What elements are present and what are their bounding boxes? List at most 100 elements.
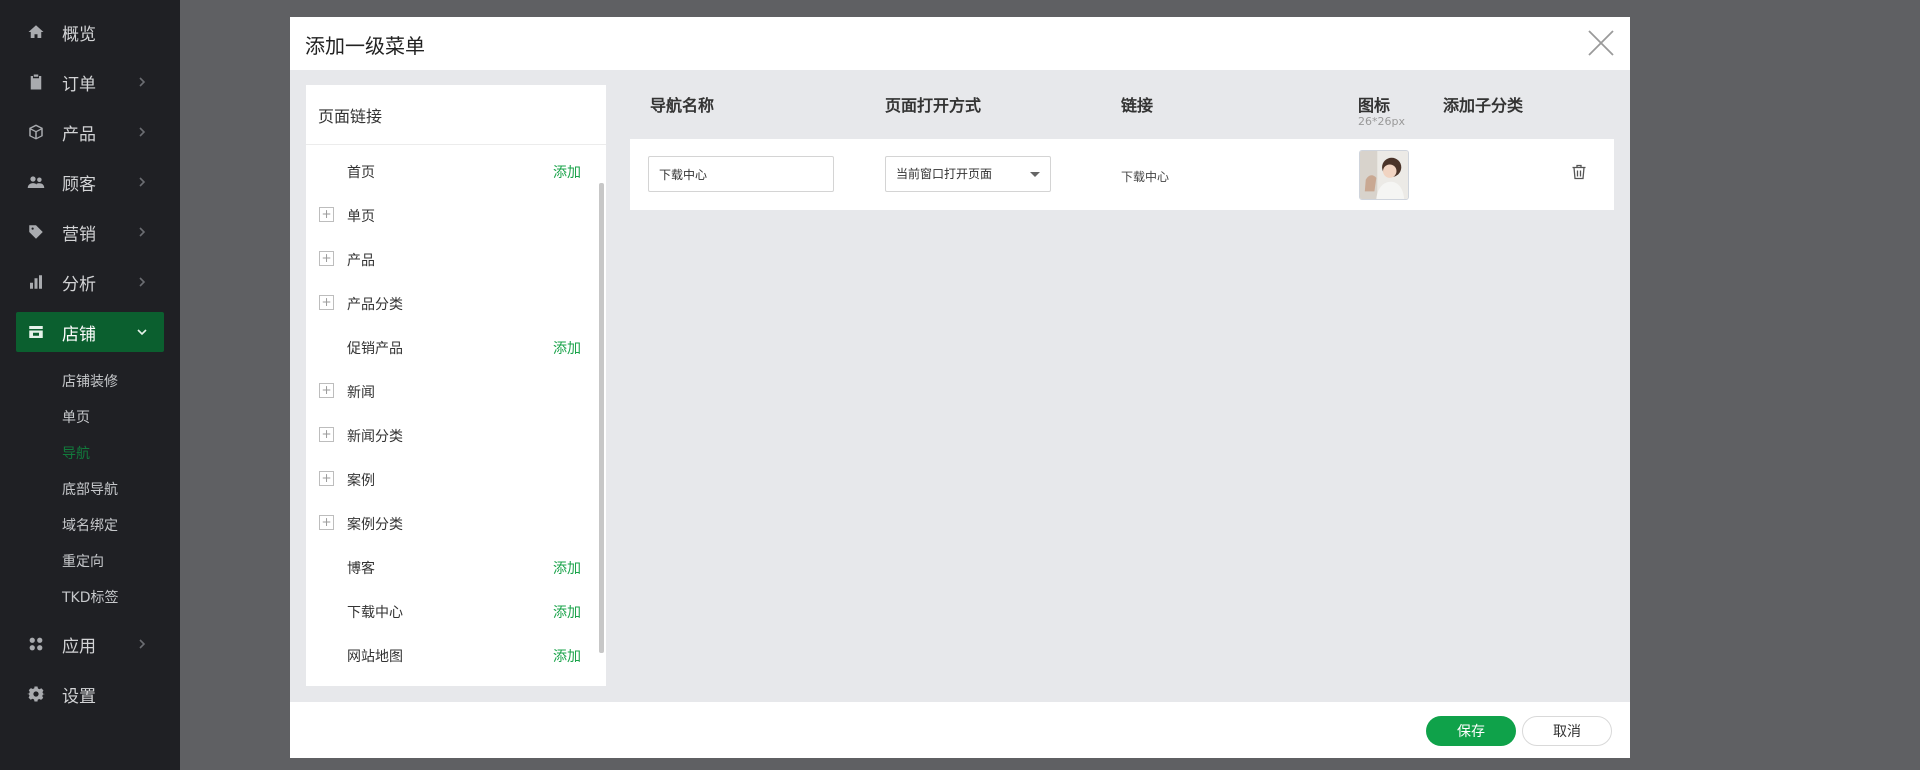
icon-size-hint: 26*26px <box>1358 115 1405 128</box>
nav-item-label: 概览 <box>62 24 96 45</box>
nav-item-store[interactable]: 店铺 <box>16 312 164 352</box>
nav-name-input[interactable] <box>648 156 834 192</box>
column-header-icon: 图标 <box>1358 96 1391 115</box>
save-button[interactable]: 保存 <box>1426 716 1516 746</box>
nav-item-overview[interactable]: 概览 <box>16 12 164 52</box>
store-icon <box>26 322 46 342</box>
open-mode-select[interactable]: 当前窗口打开页面 <box>885 156 1051 192</box>
link-item-news: + 新闻 <box>306 379 596 403</box>
users-icon <box>26 172 46 192</box>
nav-item-customers[interactable]: 顾客 <box>16 162 164 202</box>
sub-item-store-decoration[interactable]: 店铺装修 <box>62 371 118 391</box>
link-item-label: 产品 <box>347 253 375 269</box>
box-icon <box>26 122 46 142</box>
nav-item-label: 营销 <box>62 224 96 245</box>
link-item-label: 新闻分类 <box>347 429 403 445</box>
link-item-label: 首页 <box>347 165 375 181</box>
photo-thumbnail-icon <box>1360 151 1408 199</box>
link-item-label: 促销产品 <box>347 341 403 357</box>
dialog-footer: 保存 取消 <box>290 702 1630 758</box>
nav-item-label: 设置 <box>62 686 96 707</box>
column-header-add-child: 添加子分类 <box>1443 96 1524 115</box>
nav-item-label: 应用 <box>62 636 96 657</box>
expand-plus-icon[interactable]: + <box>319 207 334 222</box>
add-link-button[interactable]: 添加 <box>553 602 581 622</box>
sub-item-navigation[interactable]: 导航 <box>62 443 90 463</box>
add-link-button[interactable]: 添加 <box>553 338 581 358</box>
nav-item-label: 顾客 <box>62 174 96 195</box>
link-item-label: 下载中心 <box>347 605 403 621</box>
add-link-button[interactable]: 添加 <box>553 162 581 182</box>
expand-plus-icon[interactable]: + <box>319 515 334 530</box>
link-item-product-categories: + 产品分类 <box>306 291 596 315</box>
chevron-right-icon <box>134 224 150 240</box>
link-value: 下载中心 <box>1121 170 1170 184</box>
divider <box>306 144 606 145</box>
link-item-single-page: + 单页 <box>306 203 596 227</box>
close-icon[interactable] <box>1586 28 1616 58</box>
table-row: 当前窗口打开页面 下载中心 <box>630 139 1614 210</box>
column-header-link: 链接 <box>1121 96 1154 115</box>
link-item-news-categories: + 新闻分类 <box>306 423 596 447</box>
bar-chart-icon <box>26 272 46 292</box>
link-item-promotions: 促销产品 添加 <box>306 335 596 359</box>
dialog-title: 添加一级菜单 <box>305 34 425 58</box>
page-link-panel: 页面链接 首页 添加 + 单页 + 产品 + 产品分类 促销产品 添加 + 新闻… <box>306 85 606 686</box>
link-item-downloads: 下载中心 添加 <box>306 599 596 623</box>
trash-icon[interactable] <box>1570 163 1592 185</box>
link-item-case-categories: + 案例分类 <box>306 511 596 535</box>
gear-icon <box>26 684 46 704</box>
expand-plus-icon[interactable]: + <box>319 471 334 486</box>
sub-item-footer-navigation[interactable]: 底部导航 <box>62 479 118 499</box>
add-link-button[interactable]: 添加 <box>553 558 581 578</box>
nav-item-label: 店铺 <box>62 324 96 345</box>
clipboard-icon <box>26 72 46 92</box>
sidebar: 概览 订单 产品 顾客 营销 分析 店铺 店铺装修 单页 导航 底部导航 域名绑… <box>0 0 180 770</box>
chevron-right-icon <box>134 74 150 90</box>
nav-item-apps[interactable]: 应用 <box>16 624 164 664</box>
expand-plus-icon[interactable]: + <box>319 383 334 398</box>
expand-plus-icon[interactable]: + <box>319 295 334 310</box>
nav-item-label: 产品 <box>62 124 96 145</box>
open-mode-value: 当前窗口打开页面 <box>896 167 993 181</box>
chevron-right-icon <box>134 124 150 140</box>
add-menu-dialog: 添加一级菜单 页面链接 首页 添加 + 单页 + 产品 + 产品分类 促销产品 … <box>290 17 1630 758</box>
nav-item-orders[interactable]: 订单 <box>16 62 164 102</box>
link-item-home: 首页 添加 <box>306 159 596 183</box>
cancel-button[interactable]: 取消 <box>1522 716 1612 746</box>
page-link-panel-title: 页面链接 <box>318 107 383 126</box>
expand-plus-icon[interactable]: + <box>319 427 334 442</box>
scrollbar[interactable] <box>599 183 604 653</box>
add-link-button[interactable]: 添加 <box>553 646 581 666</box>
sub-item-domain-binding[interactable]: 域名绑定 <box>62 515 118 535</box>
column-header-open-mode: 页面打开方式 <box>885 96 982 115</box>
link-item-cases: + 案例 <box>306 467 596 491</box>
chevron-down-icon <box>134 324 150 340</box>
icon-image-thumbnail[interactable] <box>1359 150 1409 200</box>
nav-item-label: 分析 <box>62 274 96 295</box>
nav-item-label: 订单 <box>62 74 96 95</box>
link-item-label: 新闻 <box>347 385 375 401</box>
caret-down-icon <box>1030 172 1040 177</box>
sub-item-redirect[interactable]: 重定向 <box>62 551 104 571</box>
dialog-header: 添加一级菜单 <box>290 17 1630 70</box>
nav-item-analytics[interactable]: 分析 <box>16 262 164 302</box>
chevron-right-icon <box>134 274 150 290</box>
link-item-label: 产品分类 <box>347 297 403 313</box>
home-icon <box>26 22 46 42</box>
sub-item-tkd-tags[interactable]: TKD标签 <box>62 587 119 607</box>
link-item-blog: 博客 添加 <box>306 555 596 579</box>
sub-item-single-page[interactable]: 单页 <box>62 407 90 427</box>
tag-icon <box>26 222 46 242</box>
apps-icon <box>26 634 46 654</box>
link-item-products: + 产品 <box>306 247 596 271</box>
link-item-label: 博客 <box>347 561 375 577</box>
expand-plus-icon[interactable]: + <box>319 251 334 266</box>
link-item-label: 案例 <box>347 473 375 489</box>
link-item-label: 网站地图 <box>347 649 403 665</box>
column-header-name: 导航名称 <box>650 96 715 115</box>
link-item-sitemap: 网站地图 添加 <box>306 643 596 667</box>
nav-item-products[interactable]: 产品 <box>16 112 164 152</box>
nav-item-settings[interactable]: 设置 <box>16 674 164 714</box>
nav-item-marketing[interactable]: 营销 <box>16 212 164 252</box>
